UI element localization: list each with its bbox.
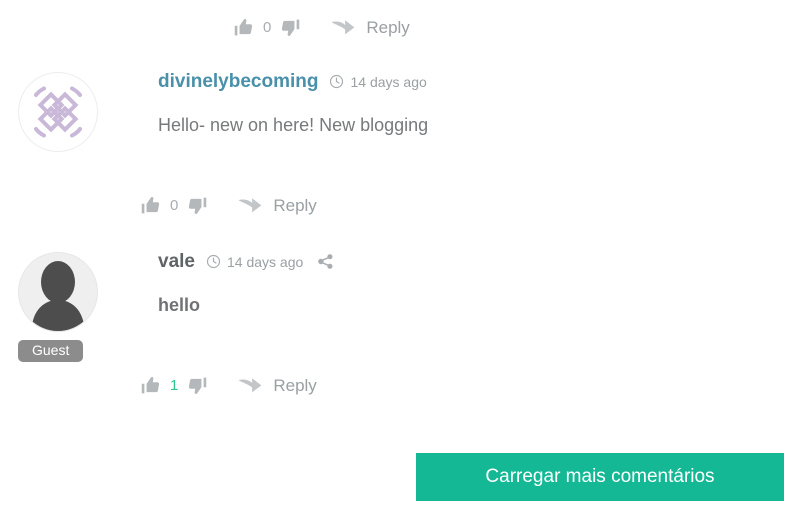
reply-label: Reply — [273, 376, 317, 395]
vote-count: 0 — [263, 19, 272, 36]
reply-label: Reply — [366, 18, 410, 37]
guest-badge: Guest — [18, 340, 84, 363]
avatar[interactable] — [18, 72, 98, 152]
avatar-wrap: Guest — [18, 252, 102, 363]
thumb-down-icon[interactable] — [187, 195, 208, 216]
comment-timestamp: 14 days ago — [226, 253, 304, 270]
thumb-up-icon[interactable] — [233, 17, 254, 38]
comment-text: hello — [158, 295, 201, 315]
reply-arrow-icon — [238, 196, 262, 215]
reply-label: Reply — [273, 196, 317, 215]
thumb-up-icon[interactable] — [140, 375, 161, 396]
clock-icon — [206, 254, 221, 269]
reply-arrow-icon — [331, 18, 355, 37]
comment-item: Guest vale 14 days ago hello 1 Reply — [18, 252, 778, 402]
vote-count: 1 — [170, 377, 179, 394]
comment-author[interactable]: divinelybecoming — [158, 72, 318, 91]
clock-icon — [329, 74, 344, 89]
thumb-up-icon[interactable] — [140, 195, 161, 216]
comment-timestamp: 14 days ago — [350, 73, 427, 90]
action-row-partial-top: 0 Reply — [233, 17, 410, 38]
action-row: 1 Reply — [140, 375, 317, 396]
reply-button[interactable]: Reply — [238, 376, 317, 395]
thumb-down-icon[interactable] — [280, 17, 301, 38]
person-silhouette-avatar-icon — [19, 253, 97, 331]
comment-body: vale 14 days ago hello — [158, 252, 334, 317]
comment-item: divinelybecoming 14 days ago Hello- new … — [18, 72, 778, 222]
vote-count: 0 — [170, 197, 179, 214]
vote-group: 0 — [140, 195, 208, 216]
action-row: 0 Reply — [140, 195, 317, 216]
reply-button[interactable]: Reply — [331, 18, 410, 37]
reply-arrow-icon — [238, 376, 262, 395]
avatar-wrap — [18, 72, 102, 152]
comment-header: vale 14 days ago — [158, 252, 334, 271]
comment-body: divinelybecoming 14 days ago Hello- new … — [158, 72, 428, 137]
comment-header: divinelybecoming 14 days ago — [158, 72, 428, 91]
vote-group: 1 — [140, 375, 208, 396]
share-icon[interactable] — [317, 253, 334, 270]
avatar[interactable] — [18, 252, 98, 332]
thumb-down-icon[interactable] — [187, 375, 208, 396]
vote-group: 0 — [233, 17, 301, 38]
comment-text: Hello- new on here! New blogging — [158, 115, 429, 135]
diamond-pattern-avatar-icon — [19, 73, 97, 151]
comment-author[interactable]: vale — [158, 252, 195, 271]
reply-button[interactable]: Reply — [238, 196, 317, 215]
load-more-comments-button[interactable]: Carregar mais comentários — [416, 453, 784, 501]
